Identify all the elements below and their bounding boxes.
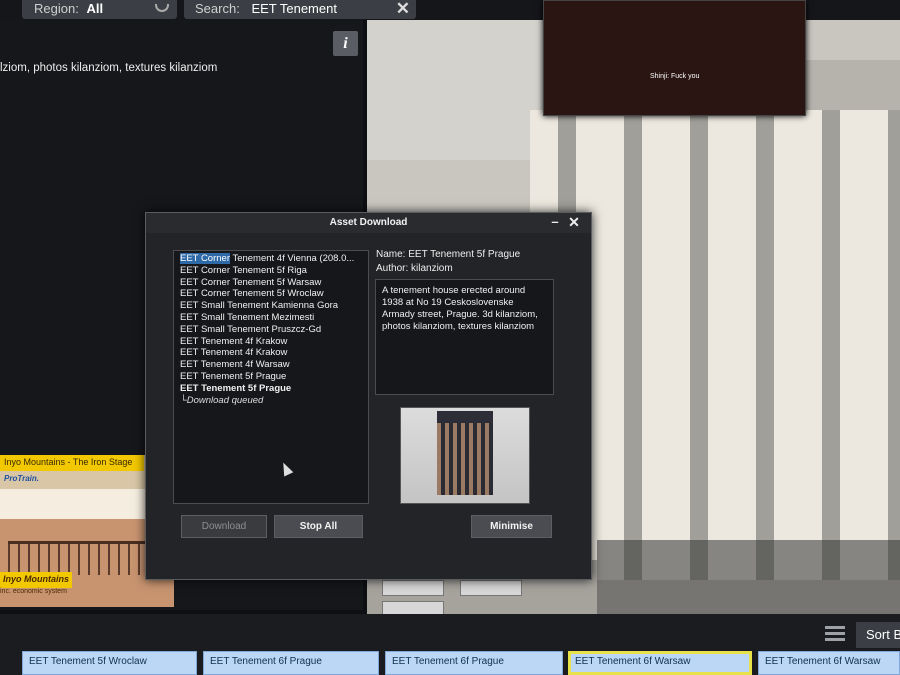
description-snippet: lziom, photos kilanziom, textures kilanz… [0, 62, 218, 74]
thumbnail[interactable] [460, 580, 522, 596]
asset-author: Author: kilanziom [376, 263, 453, 274]
list-item[interactable]: EET Tenement 4f Krakow [180, 336, 368, 348]
list-item[interactable]: EET Small Tenement Pruszcz-Gd [180, 324, 368, 336]
list-item[interactable]: EET Tenement 5f Prague [180, 371, 368, 383]
preview-thumbnails [382, 580, 612, 617]
asset-description: A tenement house erected around 1938 at … [375, 279, 554, 395]
search-input[interactable] [251, 1, 392, 16]
protrain-logo: ProTrain. [4, 474, 39, 483]
preview-ground [367, 20, 547, 160]
list-item-label: Tenement 4f Vienna (208.0... [229, 253, 355, 264]
preview-building-base [597, 540, 900, 614]
stop-all-button[interactable]: Stop All [274, 515, 363, 538]
asset-thumbnail [400, 407, 530, 504]
clear-search-icon[interactable]: ✕ [396, 0, 410, 19]
search-box: Search: ✕ [184, 0, 416, 19]
download-button[interactable]: Download [181, 515, 267, 538]
thumbnail-building [437, 417, 493, 495]
asset-download-dialog: Asset Download – ✕ EET Corner Tenement 4… [145, 212, 592, 580]
region-dropdown[interactable]: Region: All [22, 0, 177, 19]
list-item-highlight: EET Corner [180, 253, 230, 264]
ad-bridge-image [8, 541, 168, 575]
chevron-down-icon [155, 4, 169, 12]
download-status: └Download queued [180, 394, 264, 406]
thumbnail[interactable] [382, 580, 444, 596]
list-item[interactable]: EET Corner Tenement 5f Warsaw [180, 277, 368, 289]
asset-tile[interactable]: EET Tenement 5f Wroclaw [22, 651, 197, 675]
list-item[interactable]: EET Small Tenement Mezimesti [180, 312, 368, 324]
list-item[interactable]: EET Small Tenement Kamienna Gora [180, 300, 368, 312]
asset-tile[interactable]: EET Tenement 6f Warsaw [758, 651, 900, 675]
ad-badge: Inyo Mountains [0, 572, 72, 588]
search-label: Search: [195, 1, 240, 16]
ad-title: Inyo Mountains - The Iron Stage [0, 455, 144, 471]
list-item[interactable]: EET Corner Tenement 5f Wroclaw [180, 288, 368, 300]
asset-tile[interactable]: EET Tenement 6f Prague [385, 651, 563, 675]
list-item[interactable]: EET Corner Tenement 4f Vienna (208.0... [180, 253, 368, 265]
chat-popup: Shinji: Fuck you [543, 0, 806, 116]
asset-tile[interactable]: EET Tenement 6f Prague [203, 651, 379, 675]
dialog-title: Asset Download [329, 217, 408, 228]
list-item[interactable]: EET Tenement 4f Krakow [180, 347, 368, 359]
asset-name: Name: EET Tenement 5f Prague [376, 249, 521, 260]
list-item[interactable]: EET Tenement 4f Warsaw [180, 359, 368, 371]
close-icon[interactable]: ✕ [567, 214, 581, 231]
info-icon[interactable]: i [333, 31, 358, 56]
list-view-icon[interactable] [825, 626, 845, 644]
sort-button[interactable]: Sort B [856, 622, 900, 648]
thumbnail-roof [437, 411, 493, 423]
minimise-button[interactable]: Minimise [471, 515, 552, 538]
minimize-icon[interactable]: – [549, 214, 561, 229]
asset-tile-selected[interactable]: EET Tenement 6f Warsaw [568, 651, 752, 675]
list-item[interactable]: EET Corner Tenement 5f Riga [180, 265, 368, 277]
chat-message: Shinji: Fuck you [650, 73, 700, 80]
region-label: Region: [34, 1, 79, 16]
region-value: All [86, 1, 104, 16]
list-item-selected[interactable]: EET Tenement 5f Prague [180, 383, 368, 395]
ad-subtitle: inc. economic system [0, 588, 67, 595]
download-queue-list[interactable]: EET Corner Tenement 4f Vienna (208.0... … [173, 250, 369, 504]
